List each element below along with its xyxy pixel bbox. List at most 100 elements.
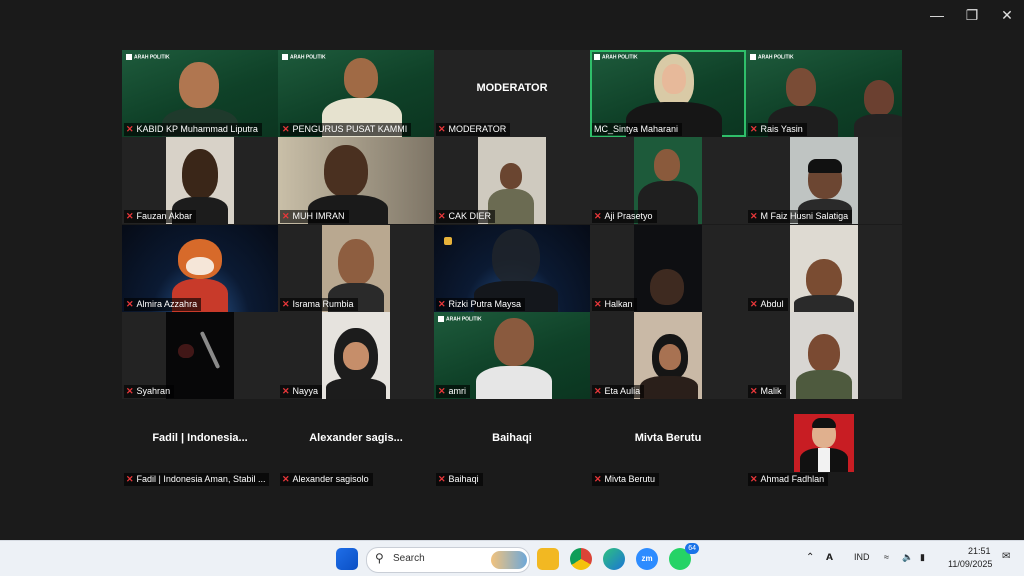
participant-tile[interactable]: ARAH POLITIK ✕ PENGURUS PUSAT KAMMI	[278, 50, 434, 137]
clock-date[interactable]: 11/09/2025	[948, 559, 992, 569]
close-icon[interactable]: ✕	[992, 4, 1022, 26]
participant-name: ✕ Baihaqi	[436, 473, 483, 486]
mic-muted-icon: ✕	[750, 386, 758, 396]
edge-icon[interactable]	[603, 548, 625, 570]
participant-display-name: Alexander sagis...	[309, 432, 403, 444]
participant-name: ✕ Mivta Berutu	[592, 473, 660, 486]
participant-tile[interactable]: ✕ Nayya	[278, 312, 434, 399]
participant-name: ✕ amri	[436, 385, 471, 398]
participant-tile[interactable]: Fadil | Indonesia... ✕ Fadil | Indonesia …	[122, 400, 278, 487]
search-highlight-icon	[491, 551, 527, 569]
restore-icon[interactable]: ❐	[957, 4, 987, 26]
participant-tile[interactable]: ✕ Aji Prasetyo	[590, 137, 746, 224]
battery-icon[interactable]: ▮	[920, 552, 925, 563]
participant-tile[interactable]: ARAH POLITIK ✕ amri	[434, 312, 590, 399]
participant-tile[interactable]: ✕ Fauzan Akbar	[122, 137, 278, 224]
mic-muted-icon: ✕	[282, 124, 290, 134]
participant-name: ✕ CAK DIER	[436, 210, 496, 223]
participant-tile[interactable]: Baihaqi ✕ Baihaqi	[434, 400, 590, 487]
banner-logo: ARAH POLITIK	[438, 316, 482, 322]
participant-name: ✕ MUH IMRAN	[280, 210, 349, 223]
banner-logo: ARAH POLITIK	[126, 54, 170, 60]
participant-tile[interactable]: ARAH POLITIK ✕ KABID KP Muhammad Liputra	[122, 50, 278, 137]
mic-muted-icon: ✕	[126, 386, 134, 396]
banner-logo: ARAH POLITIK	[282, 54, 326, 60]
search-box[interactable]: ⚲ Search	[366, 547, 530, 573]
mic-muted-icon: ✕	[750, 124, 758, 134]
participant-tile[interactable]: ARAH POLITIK ✕ Rais Yasin	[746, 50, 902, 137]
mic-muted-icon: ✕	[594, 474, 602, 484]
participant-tile[interactable]: MODERATOR ✕ MODERATOR	[434, 50, 590, 137]
language-switch-icon[interactable]: 𝗔	[826, 552, 833, 563]
participant-name: ✕ PENGURUS PUSAT KAMMI	[280, 123, 412, 136]
participant-tile[interactable]: ✕ CAK DIER	[434, 137, 590, 224]
window-titlebar: — ❐ ✕	[0, 0, 1024, 30]
participant-tile[interactable]: ✕ MUH IMRAN	[278, 137, 434, 224]
participant-display-name: Fadil | Indonesia...	[152, 432, 248, 444]
notification-bell-icon[interactable]: ✉	[1002, 551, 1010, 562]
participant-name: ✕ Abdul	[748, 298, 788, 311]
mic-muted-icon: ✕	[594, 386, 602, 396]
banner-logo: ARAH POLITIK	[594, 54, 638, 60]
participant-tile[interactable]: ✕ Abdul	[746, 225, 902, 312]
mic-muted-icon: ✕	[282, 299, 290, 309]
participant-name: ✕ Eta Aulia	[592, 385, 645, 398]
search-placeholder: Search	[393, 553, 425, 564]
zoom-app-icon[interactable]: zm	[636, 548, 658, 570]
mic-muted-icon: ✕	[438, 386, 446, 396]
input-language[interactable]: IND	[854, 552, 870, 562]
participant-tile[interactable]: ✕ Malik	[746, 312, 902, 399]
minimize-icon[interactable]: —	[922, 4, 952, 26]
participant-tile[interactable]: ✕ Halkan	[590, 225, 746, 312]
windows-start-icon[interactable]	[336, 548, 358, 570]
chrome-icon[interactable]	[570, 548, 592, 570]
chevron-up-icon[interactable]: ⌃	[806, 552, 814, 563]
whatsapp-icon[interactable]: 64	[669, 543, 699, 570]
banner-logo: ARAH POLITIK	[750, 54, 794, 60]
participant-tile[interactable]: ✕ Almira Azzahra	[122, 225, 278, 312]
mic-muted-icon: ✕	[594, 299, 602, 309]
mic-muted-icon: ✕	[126, 474, 134, 484]
participant-tile-active-speaker[interactable]: ARAH POLITIK MC_Sintya Maharani	[590, 50, 746, 137]
avatar	[794, 414, 854, 472]
participant-name: MC_Sintya Maharani	[592, 123, 683, 136]
search-icon: ⚲	[375, 551, 384, 565]
participant-tile[interactable]: ✕ M Faiz Husni Salatiga	[746, 137, 902, 224]
participant-name: ✕ Syahran	[124, 385, 175, 398]
file-explorer-icon[interactable]	[537, 548, 559, 570]
participant-name: ✕ KABID KP Muhammad Liputra	[124, 123, 262, 136]
participant-display-name: Mivta Berutu	[634, 432, 702, 444]
clock-time[interactable]: 21:51	[968, 546, 991, 556]
notification-badge: 64	[685, 543, 699, 554]
participant-tile[interactable]: ✕ Syahran	[122, 312, 278, 399]
wifi-icon[interactable]: ≈	[884, 552, 889, 562]
participant-tile[interactable]: ✕ Israma Rumbia	[278, 225, 434, 312]
mic-muted-icon: ✕	[750, 474, 758, 484]
participant-tile[interactable]: ✕ Rizki Putra Maysa	[434, 225, 590, 312]
participant-name: ✕ Alexander sagisolo	[280, 473, 373, 486]
participant-tile[interactable]: Alexander sagis... ✕ Alexander sagisolo	[278, 400, 434, 487]
mic-muted-icon: ✕	[282, 474, 290, 484]
participant-tile[interactable]: ✕ Ahmad Fadhlan	[746, 400, 902, 487]
meeting-gallery: ARAH POLITIK ✕ KABID KP Muhammad Liputra …	[0, 30, 1024, 540]
participant-name: ✕ Rizki Putra Maysa	[436, 298, 526, 311]
participant-name: ✕ Israma Rumbia	[280, 298, 358, 311]
participant-name: ✕ Rais Yasin	[748, 123, 807, 136]
mic-muted-icon: ✕	[438, 299, 446, 309]
mic-muted-icon: ✕	[594, 211, 602, 221]
participant-tile[interactable]: Mivta Berutu ✕ Mivta Berutu	[590, 400, 746, 487]
participant-name: ✕ M Faiz Husni Salatiga	[748, 210, 853, 223]
participant-name: ✕ Fadil | Indonesia Aman, Stabil ...	[124, 473, 270, 486]
mic-muted-icon: ✕	[126, 299, 134, 309]
mic-muted-icon: ✕	[126, 124, 134, 134]
participant-tile[interactable]: ✕ Eta Aulia	[590, 312, 746, 399]
participant-display-name: MODERATOR	[476, 82, 548, 94]
mic-muted-icon: ✕	[438, 211, 446, 221]
participant-name: ✕ Almira Azzahra	[124, 298, 202, 311]
participant-display-name: Baihaqi	[492, 432, 532, 444]
participant-name: ✕ Nayya	[280, 385, 323, 398]
volume-icon[interactable]: 🔈	[902, 552, 913, 563]
mic-muted-icon: ✕	[438, 474, 446, 484]
participant-name: ✕ Malik	[748, 385, 786, 398]
mic-muted-icon: ✕	[282, 386, 290, 396]
